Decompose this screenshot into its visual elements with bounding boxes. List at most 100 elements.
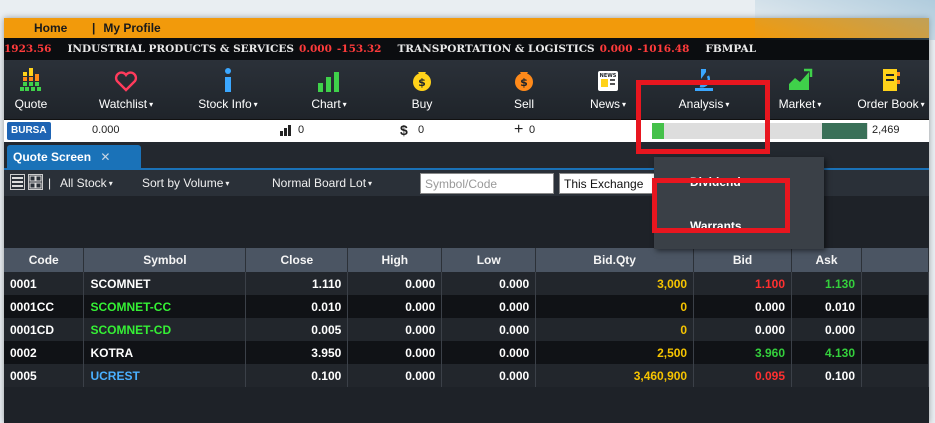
- analysis-label: Analysis: [678, 97, 724, 111]
- ticker-sector-change: 0.000: [299, 43, 332, 55]
- close-cell: 0.005: [245, 318, 349, 341]
- ticker-sector-name: INDUSTRIAL PRODUCTS & SERVICES: [67, 43, 295, 55]
- symbol-cell: SCOMNET-CC: [83, 295, 247, 318]
- buy-button[interactable]: $ Buy: [402, 66, 442, 111]
- column-header[interactable]: Code: [4, 248, 85, 272]
- column-header[interactable]: Bid.Qty: [535, 248, 695, 272]
- chart-icon: [304, 66, 354, 92]
- stock-info-label: Stock Info: [198, 97, 252, 111]
- market-button[interactable]: Market ▾: [770, 66, 830, 111]
- quote-table: Code Symbol Close High Low Bid.Qty Bid A…: [4, 248, 929, 387]
- close-icon[interactable]: ✕: [100, 150, 110, 164]
- bid-cell: 1.100: [693, 272, 793, 295]
- watchlist-button[interactable]: Watchlist ▾: [86, 66, 166, 111]
- bid-qty-cell: 0: [535, 295, 695, 318]
- analysis-button[interactable]: Analysis ▾: [664, 66, 744, 111]
- volume-value: 0: [298, 124, 305, 136]
- exchange-badge[interactable]: BURSA: [7, 122, 51, 140]
- column-header[interactable]: High: [347, 248, 443, 272]
- symbol-search-input[interactable]: Symbol/Code: [420, 173, 554, 194]
- chevron-down-icon: ▾: [368, 179, 373, 188]
- bid-qty-cell: 3,000: [535, 272, 695, 295]
- money-bag-icon: $: [504, 66, 544, 92]
- stock-filter-dropdown[interactable]: All Stock ▾: [60, 176, 113, 190]
- ticker-sector-value: -153.32: [336, 43, 382, 55]
- decline-segment: [822, 123, 867, 139]
- news-label: News: [589, 97, 620, 111]
- chevron-down-icon: ▾: [225, 179, 230, 188]
- ticker-sector-value: -1016.48: [637, 43, 690, 55]
- symbol-cell: SCOMNET: [83, 272, 247, 295]
- chevron-down-icon: ▾: [817, 100, 822, 109]
- sort-label: Sort by Volume: [142, 176, 224, 190]
- column-header-extra: [861, 248, 929, 272]
- total-count: 2,469: [872, 124, 900, 136]
- chart-label: Chart: [311, 97, 341, 111]
- table-row[interactable]: 0005 UCREST 0.100 0.000 0.000 3,460,900 …: [4, 364, 929, 387]
- ask-cell: 4.130: [791, 341, 862, 364]
- close-cell: 3.950: [245, 341, 349, 364]
- close-cell: 1.110: [245, 272, 349, 295]
- market-label: Market: [778, 97, 816, 111]
- chart-button[interactable]: Chart ▾: [304, 66, 354, 111]
- column-header[interactable]: Bid: [693, 248, 793, 272]
- nav-separator: |: [92, 21, 96, 35]
- table-row[interactable]: 0002 KOTRA 3.950 0.000 0.000 2,500 3.960…: [4, 341, 929, 364]
- extra-cell: [861, 295, 929, 318]
- quote-button[interactable]: Quote: [6, 66, 56, 111]
- news-badge-text: NEWS: [600, 73, 617, 79]
- list-view-icon[interactable]: [10, 174, 25, 190]
- column-header[interactable]: Symbol: [83, 248, 247, 272]
- table-header-row: Code Symbol Close High Low Bid.Qty Bid A…: [4, 248, 929, 272]
- ask-cell: 0.000: [791, 318, 862, 341]
- low-cell: 0.000: [441, 341, 537, 364]
- volume-icon: [280, 124, 294, 139]
- advance-segment: [652, 123, 664, 139]
- menu-item-warrants[interactable]: Warrants: [654, 205, 824, 247]
- column-header[interactable]: Close: [245, 248, 349, 272]
- sort-dropdown[interactable]: Sort by Volume ▾: [142, 176, 229, 190]
- table-row[interactable]: 0001CC SCOMNET-CC 0.010 0.000 0.000 0 0.…: [4, 295, 929, 318]
- bid-qty-cell: 3,460,900: [535, 364, 695, 387]
- order-book-label: Order Book: [857, 97, 919, 111]
- my-profile-link[interactable]: My Profile: [103, 21, 160, 35]
- menu-item-dividend[interactable]: Dividend: [654, 161, 824, 203]
- symbol-cell: KOTRA: [83, 341, 247, 364]
- quote-icon: [6, 66, 56, 92]
- main-toolbar: Quote Watchlist ▾ Stock Info ▾ Chart ▾ $ Bu…: [4, 60, 929, 120]
- grid-view-icon[interactable]: [28, 174, 43, 190]
- menu-item-label: Dividend: [690, 175, 741, 189]
- trading-app-window: Home | My Profile 1923.56 INDUSTRIAL PRO…: [4, 18, 929, 423]
- svg-text:$: $: [418, 76, 426, 89]
- column-header[interactable]: Low: [441, 248, 537, 272]
- newspaper-icon: NEWS: [582, 66, 634, 92]
- top-navigation: Home | My Profile: [4, 18, 929, 38]
- market-ticker: 1923.56 INDUSTRIAL PRODUCTS & SERVICES 0…: [4, 38, 929, 60]
- code-cell: 0001: [4, 272, 85, 295]
- info-icon: [192, 66, 264, 92]
- home-link[interactable]: Home: [4, 21, 92, 35]
- sell-button[interactable]: $ Sell: [504, 66, 544, 111]
- tab-quote-screen[interactable]: Quote Screen ✕: [7, 145, 141, 168]
- column-header[interactable]: Ask: [791, 248, 862, 272]
- heart-icon: [86, 66, 166, 92]
- ask-cell: 0.100: [791, 364, 862, 387]
- chevron-down-icon: ▾: [253, 100, 258, 109]
- table-row[interactable]: 0001 SCOMNET 1.110 0.000 0.000 3,000 1.1…: [4, 272, 929, 295]
- extra-cell: [861, 341, 929, 364]
- ask-cell: 0.010: [791, 295, 862, 318]
- news-button[interactable]: NEWS News ▾: [582, 66, 634, 111]
- high-cell: 0.000: [347, 318, 443, 341]
- symbol-cell: SCOMNET-CD: [83, 318, 247, 341]
- svg-text:$: $: [520, 76, 528, 89]
- code-cell: 0001CD: [4, 318, 85, 341]
- stock-info-button[interactable]: Stock Info ▾: [192, 66, 264, 111]
- sell-label: Sell: [513, 97, 534, 111]
- chevron-down-icon: ▾: [108, 179, 113, 188]
- chevron-down-icon: ▾: [920, 100, 925, 109]
- table-row[interactable]: 0001CD SCOMNET-CD 0.005 0.000 0.000 0 0.…: [4, 318, 929, 341]
- chevron-down-icon: ▾: [342, 100, 347, 109]
- dollar-icon: $: [400, 122, 408, 138]
- board-lot-dropdown[interactable]: Normal Board Lot ▾: [272, 176, 372, 190]
- order-book-button[interactable]: Order Book ▾: [846, 66, 929, 111]
